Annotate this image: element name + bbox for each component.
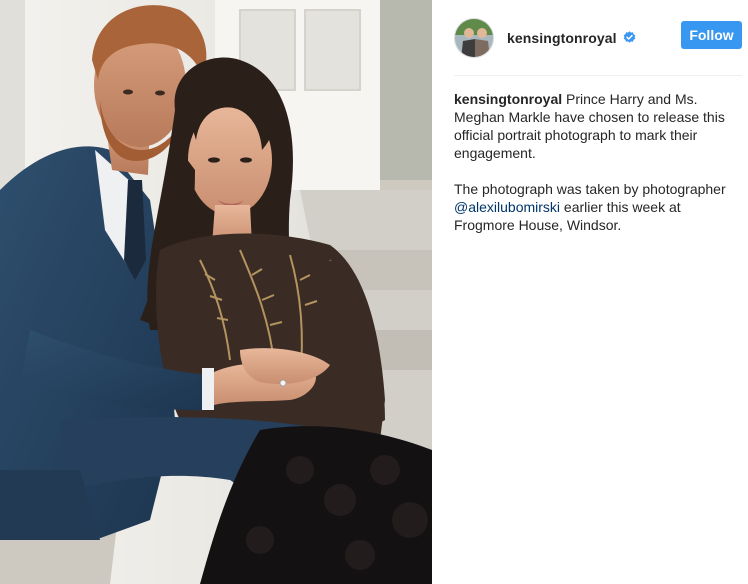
follow-button[interactable]: Follow <box>681 21 742 49</box>
caption-paragraph-1: kensingtonroyal Prince Harry and Ms. Meg… <box>454 90 744 162</box>
post-caption: kensingtonroyal Prince Harry and Ms. Meg… <box>454 90 744 234</box>
verified-badge-icon <box>623 31 636 44</box>
post-sidebar: kensingtonroyal Follow kensingtonroyal P… <box>432 0 748 584</box>
post-photo[interactable] <box>0 0 432 584</box>
engagement-portrait-image <box>0 0 432 584</box>
caption-username[interactable]: kensingtonroyal <box>454 91 562 107</box>
photographer-mention-link[interactable]: @alexilubomirski <box>454 199 560 215</box>
profile-username[interactable]: kensingtonroyal <box>507 30 617 46</box>
avatar-image <box>455 18 493 57</box>
caption-text-2-before: The photograph was taken by photographer <box>454 181 726 197</box>
instagram-post: kensingtonroyal Follow kensingtonroyal P… <box>0 0 748 584</box>
post-header: kensingtonroyal Follow <box>432 0 748 75</box>
caption-paragraph-2: The photograph was taken by photographer… <box>454 180 744 234</box>
avatar[interactable] <box>454 17 494 58</box>
header-divider <box>454 75 742 76</box>
